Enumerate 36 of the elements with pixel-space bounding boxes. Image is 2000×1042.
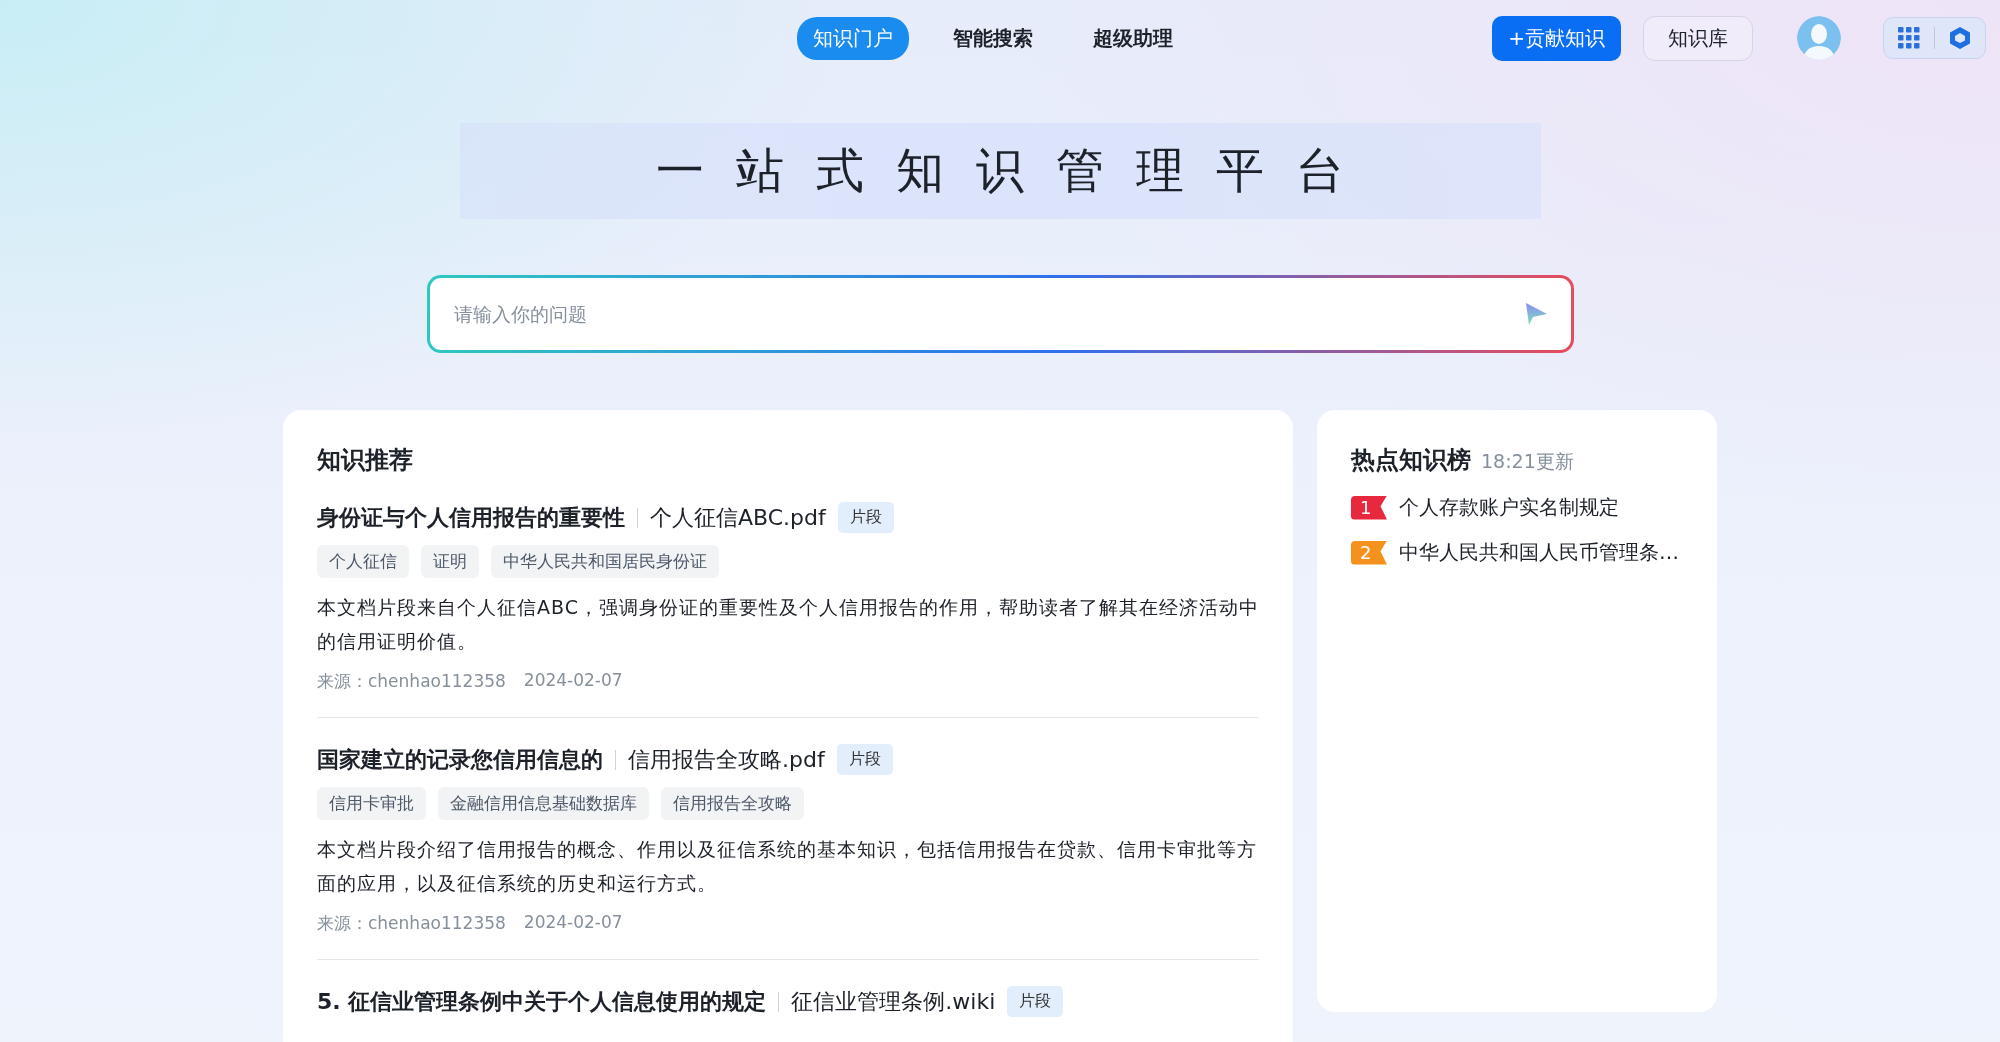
rank-badge: 2	[1351, 540, 1387, 565]
section-title: 热点知识榜	[1351, 445, 1471, 476]
type-badge: 片段	[836, 744, 893, 775]
tag: 信用报告全攻略	[661, 787, 804, 820]
file-name[interactable]: 征信业管理条例.wiki	[791, 986, 996, 1017]
item-source: 来源：chenhao112358	[317, 912, 506, 935]
item-summary: 本文档片段来自个人征信ABC，强调身份证的重要性及个人信用报告的作用，帮助读者了解其在经济活动中的信用证明价值。	[317, 595, 1259, 654]
library-button[interactable]: 知识库	[1643, 15, 1753, 61]
type-badge: 片段	[837, 502, 894, 533]
tag: 中华人民共和国居民身份证	[491, 545, 719, 578]
hot-item[interactable]: 中华人民共和国人民币管理条…	[1399, 539, 1679, 566]
item-date: 2024-02-07	[523, 912, 623, 934]
tag: 信用卡审批	[317, 787, 426, 820]
rank-badge: 1	[1351, 495, 1387, 520]
item-title[interactable]: 身份证与个人信用报告的重要性	[317, 502, 625, 533]
search-field[interactable]: 请输入你的问题	[451, 302, 1523, 326]
cube-icon[interactable]	[1949, 26, 1971, 50]
item-summary: 本文档片段介绍了信用报告的概念、作用以及征信系统的基本知识，包括信用报告在贷款、信用卡审批等方面的应用，以及征信系统的历史和运行方式。	[317, 837, 1258, 896]
tag: 金融信用信息基础数据库	[438, 787, 649, 820]
contribute-button[interactable]: +贡献知识	[1492, 15, 1621, 61]
item-source: 来源：chenhao112358	[317, 670, 506, 693]
grid-icon[interactable]	[1898, 27, 1920, 49]
hero-title: 一站式知识管理平台	[459, 123, 1541, 219]
item-title[interactable]: 5. 征信业管理条例中关于个人信息使用的规定	[317, 986, 767, 1017]
file-name[interactable]: 信用报告全攻略.pdf	[628, 744, 825, 775]
item-title[interactable]: 国家建立的记录您信用信息的	[317, 744, 603, 775]
type-badge: 片段	[1007, 986, 1064, 1017]
item-date: 2024-02-07	[523, 670, 623, 692]
file-name[interactable]: 个人征信ABC.pdf	[650, 502, 826, 533]
tag: 证明	[421, 545, 479, 578]
update-time: 18:21更新	[1481, 449, 1574, 474]
section-title: 知识推荐	[317, 445, 414, 476]
nav-tab[interactable]: 超级助理	[1077, 16, 1189, 60]
nav-tab[interactable]: 智能搜索	[937, 16, 1049, 60]
hot-item[interactable]: 个人存款账户实名制规定	[1399, 494, 1619, 521]
tag: 个人征信	[317, 545, 409, 578]
